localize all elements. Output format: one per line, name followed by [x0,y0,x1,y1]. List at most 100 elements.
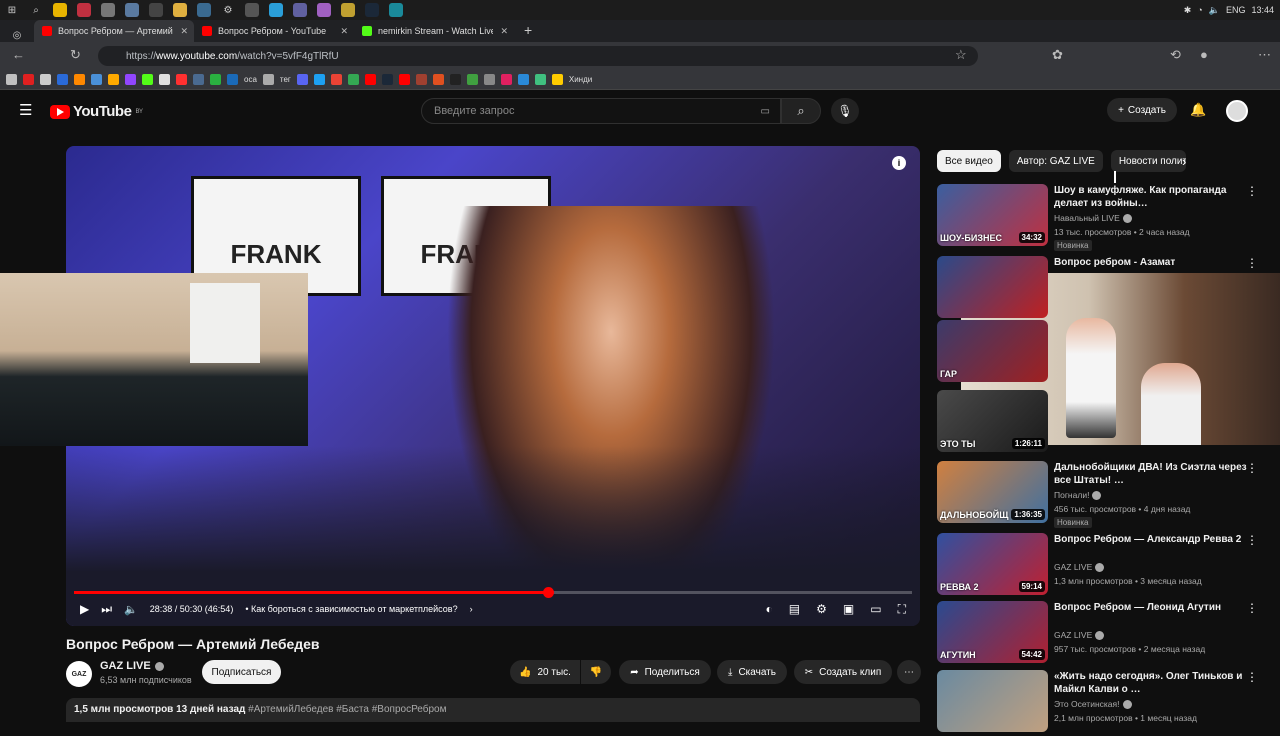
miniplayer-icon[interactable]: ▣ [843,602,854,617]
chevron-right-icon[interactable]: › [1182,154,1186,169]
more-options-icon[interactable]: ⋮ [1246,533,1258,547]
recommendation-item[interactable]: ДАЛЬНОБОЙЩ 1:36:35 Дальнобойщики ДВА! Из С… [937,461,1272,528]
bookmark-icon[interactable] [227,74,238,85]
youtube-logo[interactable]: YouTube BY [50,103,143,120]
recommendation-item[interactable]: ШОУ-БИЗНЕС 34:32 Шоу в камуфляже. Как проп… [937,184,1272,251]
star-icon[interactable]: ☆ [955,47,967,63]
video-thumbnail[interactable]: ГАР [937,320,1048,382]
telegram-icon[interactable] [269,3,283,17]
more-options-icon[interactable]: ⋮ [1246,670,1258,684]
chip-news[interactable]: Новости полит [1110,150,1186,172]
subscribe-button[interactable]: Подписаться [202,660,281,684]
bookmark-icon[interactable] [6,74,17,85]
app-icon[interactable] [317,3,331,17]
video-thumbnail[interactable] [937,670,1048,732]
recommendation-channel[interactable]: Это Осетинская! [1054,699,1132,709]
bookmark-icon[interactable] [142,74,153,85]
recommendation-item[interactable]: ЭТО ТЫ 1:26:11 [937,390,1272,456]
bookmark-icon[interactable] [517,74,529,85]
chip-author[interactable]: Автор: GAZ LIVE [1008,150,1103,172]
bookmark-icon[interactable] [432,74,444,85]
bookmark-icon[interactable] [415,74,427,85]
bookmark-icon[interactable] [534,74,546,85]
recommendation-channel[interactable]: Навальный LIVE [1054,213,1132,223]
language-indicator[interactable]: ENG [1226,5,1246,15]
bookmark-icon[interactable] [193,74,204,85]
recommendation-item[interactable]: Вопрос ребром - Азамат ⋮ [937,256,1272,322]
dislike-button[interactable]: 👎 [581,660,611,684]
more-options-icon[interactable]: ⋮ [1246,601,1258,615]
folder-icon[interactable] [173,3,187,17]
progress-bar[interactable] [74,587,912,598]
bookmark-icon[interactable] [210,74,221,85]
subtitles-icon[interactable]: ▤ [789,602,800,617]
close-tab-icon[interactable]: ✕ [340,26,348,37]
create-clip-button[interactable]: ✂ Создать клип [794,660,892,684]
video-thumbnail[interactable]: ШОУ-БИЗНЕС 34:32 [937,184,1048,246]
bookmark-icon[interactable] [364,74,376,85]
video-thumbnail[interactable]: РЕВВА 2 59:14 [937,533,1048,595]
back-icon[interactable]: ← [12,47,25,62]
recommendation-title[interactable]: Дальнобойщики ДВА! Из Сиэтла через все Ш… [1054,461,1254,487]
app-icon[interactable] [149,3,163,17]
app-icon[interactable] [245,3,259,17]
bookmark-icon[interactable] [159,74,170,85]
recommendation-channel[interactable]: Погнали! [1054,490,1102,500]
download-button[interactable]: ⤓ Скачать [717,660,787,684]
bookmark-icon[interactable] [125,74,136,85]
bookmark-item[interactable]: тег [280,75,291,84]
app-icon[interactable] [53,3,67,17]
app-icon[interactable] [101,3,115,17]
recommendation-channel[interactable]: GAZ LIVE [1054,562,1105,572]
close-tab-icon[interactable]: ✕ [500,26,508,37]
recommendation-item[interactable]: РЕВВА 2 59:14 Вопрос Ребром — Александр Ре… [937,533,1272,599]
bookmark-item[interactable]: оса [244,75,257,84]
app-icon[interactable] [77,3,91,17]
app-icon[interactable] [341,3,355,17]
channel-avatar[interactable]: GAZ [66,661,92,687]
bookmark-icon[interactable] [398,74,410,85]
wifi-icon[interactable]: ◔ [1197,5,1202,15]
bookmark-icon[interactable] [483,74,495,85]
search-button[interactable]: ⌕ [781,98,821,124]
steam-icon[interactable] [365,3,379,17]
video-thumbnail[interactable] [937,256,1048,318]
play-icon[interactable]: ▶ [80,602,89,616]
autoplay-toggle[interactable]: ◐ [766,602,773,617]
video-thumbnail[interactable]: ДАЛЬНОБОЙЩ 1:36:35 [937,461,1048,523]
recommendation-title[interactable]: Вопрос Ребром — Александр Ревва 2 [1054,533,1254,546]
recommendation-item[interactable]: «Жить надо сегодня». Олег Тиньков и Майк… [937,670,1272,736]
history-icon[interactable]: ⟲ [1170,47,1181,63]
search-icon[interactable]: ⌕ [29,3,43,17]
next-icon[interactable]: ⏭ [101,602,112,617]
recommendation-title[interactable]: Вопрос ребром - Азамат [1054,256,1254,269]
profile-icon[interactable]: ● [1200,47,1208,62]
gear-icon[interactable]: ⚙ [221,3,235,17]
bookmark-icon[interactable] [381,74,393,85]
volume-icon[interactable]: 🔈 [1209,5,1220,16]
bookmark-icon[interactable] [500,74,512,85]
theater-mode-icon[interactable]: ▭ [870,602,881,617]
voice-search-button[interactable]: 🎙 [831,98,859,124]
bookmark-icon[interactable] [91,74,102,85]
chip-all-videos[interactable]: Все видео [937,150,1001,172]
account-avatar[interactable] [1226,100,1248,122]
bookmark-icon[interactable] [74,74,85,85]
keyboard-icon[interactable]: ▭ [761,106,770,117]
info-icon[interactable]: i [892,156,906,170]
new-tab-icon[interactable]: + [514,22,542,42]
recommendation-item[interactable]: ГАР [937,320,1272,386]
app-icon[interactable] [293,3,307,17]
close-tab-icon[interactable]: ✕ [180,26,188,37]
fullscreen-icon[interactable]: ⛶ [898,602,906,617]
url-input[interactable]: https://www.youtube.com/watch?v=5vfF4gTl… [98,46,978,66]
bookmark-item[interactable]: Хинди [569,75,592,84]
hashtags[interactable]: #АртемийЛебедев #Баста #ВопросРебром [248,704,446,715]
bookmark-icon[interactable] [40,74,51,85]
browser-tab[interactable]: Вопрос Ребром - YouTube ✕ [194,20,354,42]
video-thumbnail[interactable]: ЭТО ТЫ 1:26:11 [937,390,1048,452]
bookmark-icon[interactable] [262,74,274,85]
more-options-icon[interactable]: ⋮ [1246,461,1258,475]
search-input[interactable]: Введите запрос ▭ [421,98,781,124]
share-button[interactable]: ➦ Поделиться [619,660,711,684]
